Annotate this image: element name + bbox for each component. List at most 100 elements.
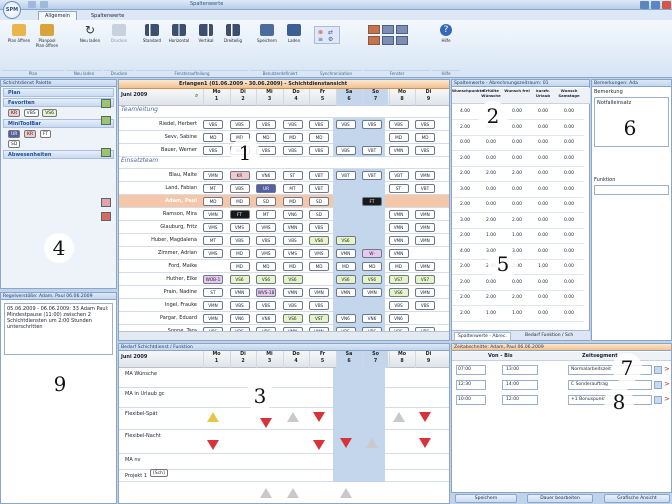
shift-cell[interactable]: VMN bbox=[415, 236, 435, 245]
shift-cell[interactable]: MD bbox=[282, 262, 303, 271]
shift-cell[interactable]: VN6 bbox=[256, 171, 276, 180]
shift-cell[interactable]: VBS bbox=[282, 120, 303, 129]
up-triangle-icon[interactable] bbox=[207, 412, 219, 422]
up-triangle-icon[interactable] bbox=[286, 488, 299, 498]
shift-cell[interactable]: WOB-1 bbox=[203, 275, 223, 284]
time-to-field[interactable]: 13:00 bbox=[502, 365, 538, 375]
shift-cell[interactable]: VN6 bbox=[256, 314, 276, 323]
employee-name[interactable]: Land, Fabian bbox=[119, 182, 201, 195]
down-triangle-icon[interactable] bbox=[207, 440, 219, 450]
down-triangle-icon[interactable] bbox=[260, 418, 272, 428]
need-row[interactable]: Projekt 1 bbox=[119, 470, 449, 482]
employee-name[interactable]: Huber, Magdalena bbox=[119, 234, 201, 247]
shift-cell[interactable]: VS6 bbox=[388, 288, 409, 297]
shift-cell[interactable]: VMN bbox=[388, 146, 409, 155]
shift-cell[interactable]: VS6 bbox=[309, 236, 329, 245]
shift-cell[interactable]: UR bbox=[256, 184, 276, 193]
tab-spaltenwerte[interactable]: Spaltenwerte bbox=[84, 11, 131, 20]
shift-cell[interactable]: VMN bbox=[335, 288, 356, 297]
spalten-col-header[interactable]: Wunsch frei bbox=[504, 88, 530, 94]
undo-icon[interactable] bbox=[40, 1, 48, 8]
shift-cell[interactable]: MD bbox=[388, 133, 409, 142]
time-from-field[interactable]: 12:30 bbox=[456, 380, 486, 390]
shift-cell[interactable]: MT bbox=[256, 210, 276, 219]
employee-name[interactable]: Pargar, Eduard bbox=[119, 312, 201, 325]
shift-cell[interactable]: VST bbox=[309, 314, 329, 323]
shift-cell[interactable]: MD bbox=[256, 262, 276, 271]
shift-cell[interactable]: VMN bbox=[415, 210, 435, 219]
down-triangle-icon[interactable] bbox=[313, 412, 325, 422]
save-layout-button[interactable]: Speichern bbox=[254, 24, 280, 43]
shift-cell[interactable]: MD bbox=[335, 262, 356, 271]
shift-cell[interactable]: VBS bbox=[203, 120, 223, 129]
shift-cell[interactable]: KR bbox=[229, 171, 250, 180]
shift-cell[interactable]: VBT bbox=[415, 184, 435, 193]
shift-cell[interactable]: MD bbox=[203, 133, 223, 142]
shift-cell[interactable]: VBS bbox=[415, 146, 435, 155]
table-row[interactable]: Prain, Nadine ST VMN WVS-18 VMN VMN VMN VMN VS6 V… bbox=[119, 286, 449, 299]
shift-cell[interactable]: VMN bbox=[388, 236, 409, 245]
need-row-label[interactable]: Projekt 1 bbox=[125, 473, 147, 479]
group-header[interactable]: Einsatzteam bbox=[119, 157, 449, 169]
shift-cell[interactable]: VS6 bbox=[229, 275, 250, 284]
shift-cell[interactable]: VMS bbox=[229, 223, 250, 232]
shift-cell[interactable]: VBS bbox=[256, 120, 276, 129]
shift-cell[interactable]: VBT bbox=[388, 171, 409, 180]
shift-cell[interactable]: SD bbox=[256, 197, 276, 206]
table-row[interactable]: Glauburg, Fritz VMS VMS VMS VMN VBS VMN VMN bbox=[119, 221, 449, 234]
employee-name[interactable]: Ramson, Mira bbox=[119, 208, 201, 221]
table-row[interactable]: Ingel, Frauke VMN VBS VBS VBS VBS VBS VBS bbox=[119, 299, 449, 312]
minimize-icon[interactable] bbox=[640, 1, 649, 9]
need-sub-chip[interactable]: [Sch] bbox=[150, 469, 168, 477]
shift-cell[interactable]: VBS bbox=[388, 120, 409, 129]
sync-controls[interactable]: ⊗ ⇄ ≡ ⚙ bbox=[314, 26, 340, 44]
shift-cell[interactable]: VN6 bbox=[335, 314, 356, 323]
shift-cell[interactable]: VMS bbox=[256, 249, 276, 258]
red-arrow-icon[interactable]: > bbox=[664, 365, 670, 373]
spalten-row[interactable]: 2.00 0.00 0.00 0.00 0.00 bbox=[452, 277, 584, 291]
shift-cell[interactable]: VMN bbox=[282, 223, 303, 232]
spalten-row[interactable]: 4.00 3.00 3.00 0.00 0.00 bbox=[452, 246, 584, 260]
need-row-label[interactable]: Flexibel-Nacht bbox=[125, 433, 161, 439]
tile-icon[interactable] bbox=[382, 25, 394, 34]
shift-cell[interactable]: VN6 bbox=[282, 210, 303, 219]
employee-name[interactable]: Prain, Nadine bbox=[119, 286, 201, 299]
shift-cell[interactable]: VS6 bbox=[335, 236, 356, 245]
shift-cell[interactable]: VMN bbox=[229, 288, 250, 297]
shift-cell[interactable]: VBS bbox=[309, 223, 329, 232]
spalten-row[interactable]: 0.00 0.00 0.00 0.00 0.00 bbox=[452, 137, 584, 151]
detail-row[interactable]: 12:30 14:00 C Sonderauftrag > bbox=[452, 379, 671, 392]
shift-cell[interactable]: ST bbox=[388, 184, 409, 193]
spalten-row[interactable]: 2.00 0.00 0.00 0.00 0.00 bbox=[452, 199, 584, 213]
need-row-label[interactable]: Flexibel-Spät bbox=[125, 411, 157, 417]
shift-cell[interactable]: VBT bbox=[309, 171, 329, 180]
down-triangle-icon[interactable] bbox=[313, 440, 325, 450]
cascade-icon[interactable] bbox=[368, 25, 380, 34]
employee-name[interactable]: Adam, Paul bbox=[119, 195, 201, 208]
shift-cell[interactable]: VBS bbox=[388, 301, 409, 310]
edit-duration-button[interactable]: Dauer bearbeiten bbox=[527, 494, 593, 503]
shift-cell[interactable]: VMS bbox=[282, 249, 303, 258]
need-row[interactable]: MA in Urlaub gc bbox=[119, 388, 449, 408]
window-list-icon[interactable] bbox=[396, 36, 408, 45]
shift-cell[interactable]: VBS bbox=[362, 120, 382, 129]
help-button[interactable]: ? Hilfe bbox=[436, 24, 456, 43]
maximize-icon[interactable] bbox=[651, 1, 660, 9]
shift-cell[interactable]: VBT bbox=[309, 184, 329, 193]
chip-vbs[interactable]: VBS bbox=[23, 109, 39, 117]
segment-picker-button[interactable] bbox=[654, 396, 662, 404]
close-icon[interactable] bbox=[662, 1, 671, 9]
table-row[interactable]: Huther, Elke WOB-1 VS6 VS6 VS6 VS6 VS6 VS7 VS7 bbox=[119, 273, 449, 286]
add-toolbar-icon[interactable] bbox=[101, 148, 111, 157]
sync-arrows-icon[interactable]: ⇄ bbox=[328, 29, 333, 36]
up-triangle-icon[interactable] bbox=[260, 488, 272, 498]
spalten-row[interactable]: 2.00 2.00 2.00 0.00 0.00 bbox=[452, 168, 584, 182]
segment-picker-button[interactable] bbox=[654, 366, 662, 374]
shift-cell[interactable]: FT bbox=[229, 210, 250, 219]
shift-cell[interactable]: VS6 bbox=[282, 314, 303, 323]
shift-cell[interactable]: VMS bbox=[309, 249, 329, 258]
shift-cell[interactable]: SD bbox=[309, 210, 329, 219]
shift-cell[interactable]: VBS bbox=[203, 146, 223, 155]
section-plan[interactable]: Plan bbox=[3, 88, 114, 97]
shift-cell[interactable]: W- bbox=[362, 249, 382, 258]
